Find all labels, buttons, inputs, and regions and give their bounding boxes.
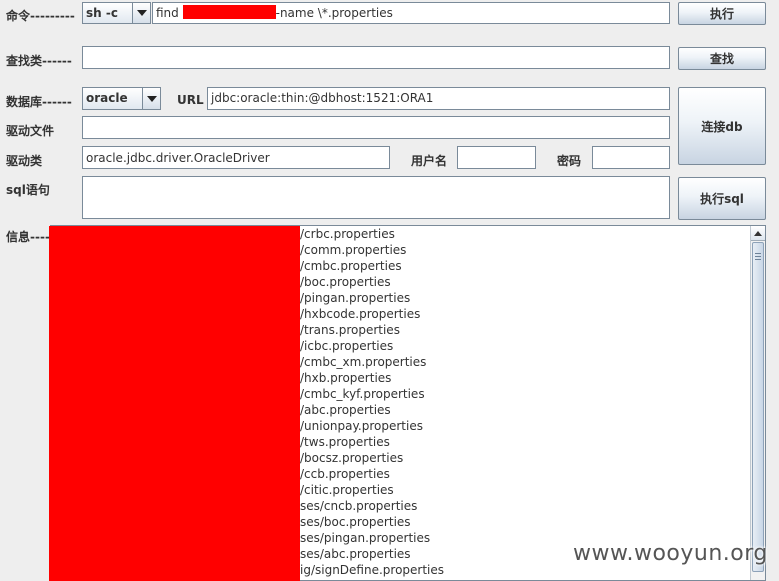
output-line: ig/signDefine.properties	[300, 563, 445, 577]
username-label: 用户名	[411, 154, 448, 168]
password-input[interactable]	[592, 146, 670, 169]
find-button[interactable]: 查找	[678, 47, 766, 70]
output-line: /boc.properties	[300, 275, 391, 289]
sql-label: sql语句	[6, 183, 50, 197]
command-input[interactable]: find -name \*.properties	[152, 2, 670, 24]
shell-option-select[interactable]: sh -c	[82, 2, 151, 24]
driver-class-input[interactable]: oracle.jdbc.driver.OracleDriver	[82, 146, 390, 169]
output-line: /ccb.properties	[300, 467, 390, 481]
driver-file-label: 驱动文件	[6, 124, 55, 138]
command-input-prefix: find	[156, 6, 179, 20]
output-line: /cmbc.properties	[300, 259, 402, 273]
redaction-block	[182, 5, 276, 19]
vertical-scrollbar[interactable]	[750, 226, 765, 580]
watermark: www.wooyun.org	[573, 541, 768, 566]
find-input[interactable]	[82, 46, 670, 69]
output-line: /pingan.properties	[300, 291, 411, 305]
scroll-up-icon[interactable]	[751, 226, 765, 241]
url-input[interactable]: jdbc:oracle:thin:@dbhost:1521:ORA1	[207, 87, 670, 110]
password-label: 密码	[557, 154, 582, 168]
database-type-select[interactable]: oracle	[82, 87, 161, 110]
chevron-down-icon[interactable]	[132, 3, 150, 23]
output-line: /hxb.properties	[300, 371, 392, 385]
output-line: /abc.properties	[300, 403, 391, 417]
output-line: /trans.properties	[300, 323, 400, 337]
redaction-block	[49, 226, 300, 581]
command-input-suffix: -name \*.properties	[275, 6, 393, 20]
execute-sql-button[interactable]: 执行sql	[678, 177, 766, 220]
connect-db-button[interactable]: 连接db	[678, 87, 766, 165]
output-line: /cmbc_xm.properties	[300, 355, 427, 369]
sql-textarea[interactable]	[82, 176, 670, 219]
output-line: ses/boc.properties	[300, 515, 411, 529]
username-input[interactable]	[457, 146, 536, 169]
driver-file-input[interactable]	[82, 116, 670, 139]
find-label: 查找类------	[6, 54, 72, 68]
database-type-value: oracle	[86, 91, 128, 105]
driver-class-label: 驱动类	[6, 154, 43, 168]
output-line: /unionpay.properties	[300, 419, 423, 433]
output-line: /citic.properties	[300, 483, 394, 497]
info-label: 信息----	[6, 230, 50, 244]
execute-button[interactable]: 执行	[678, 2, 766, 25]
output-line: /cmbc_kyf.properties	[300, 387, 425, 401]
output-line: ses/pingan.properties	[300, 531, 431, 545]
url-label: URL	[177, 93, 204, 107]
output-line: /icbc.properties	[300, 339, 394, 353]
output-line: /comm.properties	[300, 243, 407, 257]
command-label: 命令---------	[6, 9, 75, 23]
output-line: /bocsz.properties	[300, 451, 404, 465]
shell-option-value: sh -c	[86, 6, 118, 20]
scrollbar-thumb[interactable]	[752, 242, 764, 572]
chevron-down-icon[interactable]	[142, 88, 160, 109]
output-line: /crbc.properties	[300, 227, 395, 241]
output-line: ses/cncb.properties	[300, 499, 418, 513]
output-line: /hxbcode.properties	[300, 307, 421, 321]
output-line: /tws.properties	[300, 435, 390, 449]
output-line: ses/abc.properties	[300, 547, 411, 561]
database-label: 数据库------	[6, 95, 72, 109]
